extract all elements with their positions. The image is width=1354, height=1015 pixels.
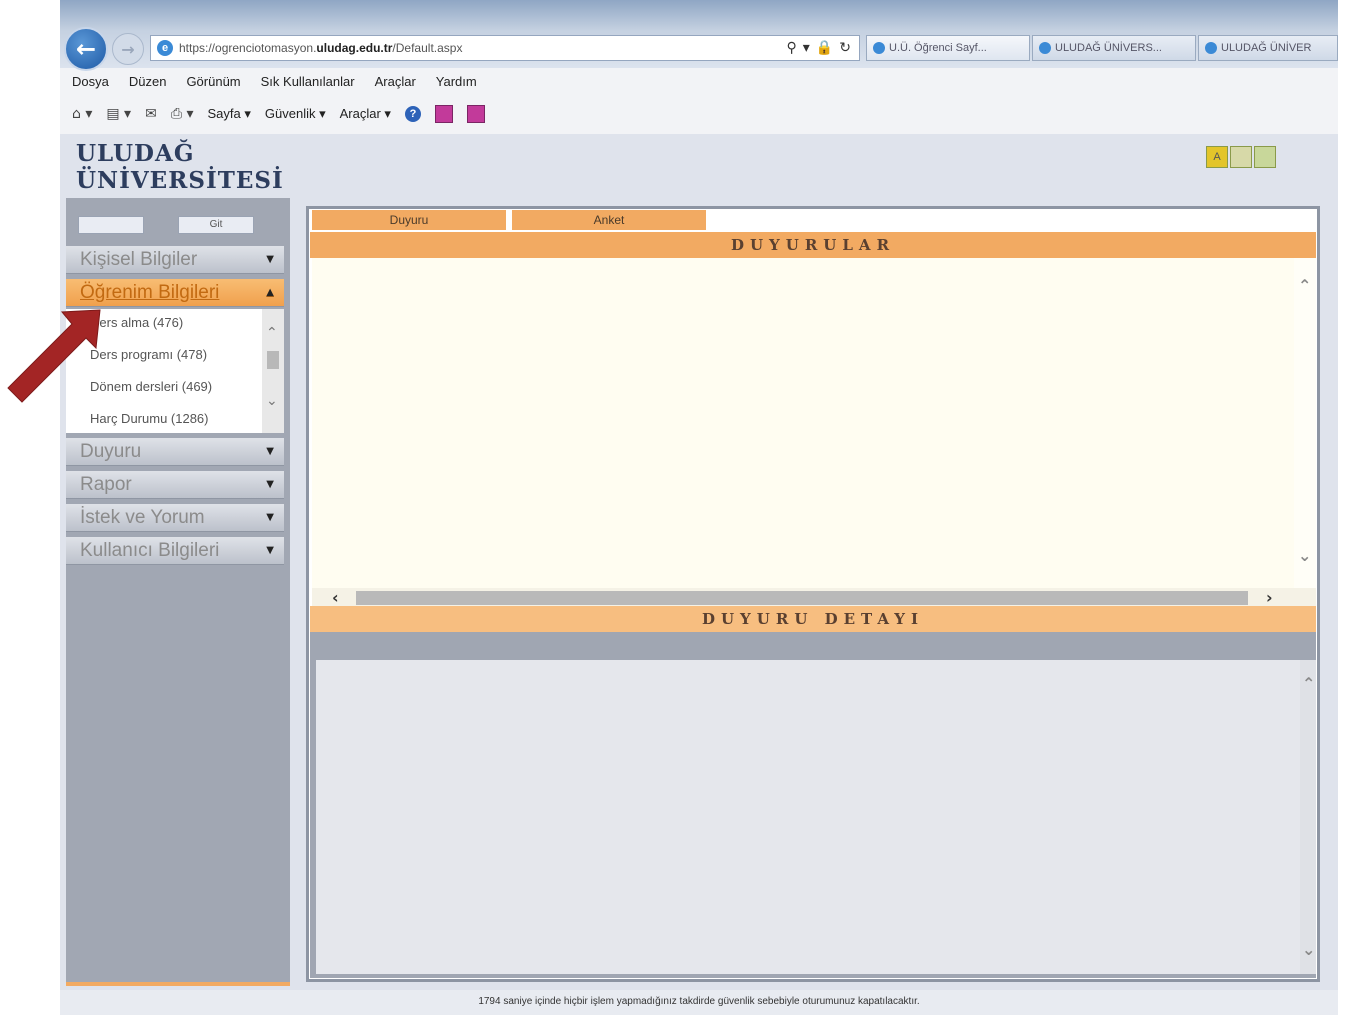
announcement-detail-header: DUYURU DETAYI [310, 606, 1316, 632]
font-size-button[interactable]: A [1206, 146, 1228, 168]
url-text: https://ogrenciotomasyon.uludag.edu.tr/D… [179, 41, 463, 55]
announcements-vertical-scrollbar[interactable]: ⌃ ⌄ [1294, 258, 1316, 588]
tab-label: ULUDAĞ ÜNİVERS... [1055, 42, 1162, 54]
restore-button[interactable] [1230, 146, 1252, 168]
sidebar-section-report[interactable]: Rapor ▼ [66, 471, 284, 499]
scroll-left-icon[interactable]: ‹ [332, 588, 339, 607]
scroll-thumb[interactable] [356, 591, 1248, 605]
menu-item-view[interactable]: Görünüm [186, 74, 240, 92]
ie-page-icon: e [157, 40, 173, 56]
lock-icon[interactable]: 🔒 [816, 40, 833, 56]
section-label: İstek ve Yorum [80, 506, 205, 528]
addon-icon-2[interactable] [466, 105, 485, 123]
logo-line-1: ULUDAĞ [76, 140, 195, 167]
chevron-down-icon: ▼ [266, 479, 274, 490]
submenu-item-tuition[interactable]: Harç Durumu (1286) [90, 411, 209, 426]
search-icon[interactable]: ⚲ [787, 40, 797, 56]
session-warning-text: saniye içinde hiçbir işlem yapmadığınız … [503, 996, 920, 1007]
refresh-icon[interactable]: ↻ [839, 40, 851, 56]
addon-icon[interactable] [434, 105, 453, 123]
menu-item-favorites[interactable]: Sık Kullanılanlar [261, 74, 355, 92]
scroll-down-icon[interactable]: ⌄ [266, 393, 278, 409]
tab-favicon-icon [1205, 42, 1217, 54]
logo-line-2: ÜNİVERSİTESİ [76, 167, 284, 194]
sidebar-search-input[interactable] [78, 216, 144, 234]
dropdown-icon[interactable]: ▾ [803, 40, 810, 56]
chevron-down-icon: ▼ [266, 545, 274, 556]
scroll-up-icon[interactable]: ⌃ [1298, 276, 1311, 295]
red-arrow-icon [7, 309, 101, 403]
scroll-up-icon[interactable]: ⌃ [1302, 674, 1315, 693]
section-label: Duyuru [80, 440, 142, 462]
mail-icon[interactable]: ✉ [145, 106, 157, 122]
session-footer: 1794 saniye içinde hiçbir işlem yapmadığ… [60, 990, 1338, 1015]
tab-announcement[interactable]: Duyuru [312, 210, 506, 230]
go-button[interactable]: Git [178, 216, 254, 234]
sidebar-section-personal[interactable]: Kişisel Bilgiler ▼ [66, 246, 284, 274]
help-icon[interactable]: ? [404, 106, 421, 122]
sidebar-section-requests[interactable]: İstek ve Yorum ▼ [66, 504, 284, 532]
announcements-horizontal-scrollbar[interactable]: ‹ › [312, 588, 1316, 608]
announcements-list[interactable] [312, 258, 1294, 588]
back-arrow-icon[interactable]: ← [64, 27, 108, 71]
tab-label: ULUDAĞ ÜNİVER [1221, 42, 1312, 54]
menu-item-edit[interactable]: Düzen [129, 74, 167, 92]
menu-item-tools[interactable]: Araçlar [375, 74, 416, 92]
menu-bar: Dosya Düzen Görünüm Sık Kullanılanlar Ar… [72, 74, 477, 92]
menu-item-file[interactable]: Dosya [72, 74, 109, 92]
browser-tab-3[interactable]: ULUDAĞ ÜNİVER [1198, 35, 1338, 61]
scroll-up-icon[interactable]: ⌃ [266, 325, 278, 341]
chevron-down-icon: ▼ [266, 446, 274, 457]
home-icon[interactable]: ⌂ ▾ [72, 106, 92, 122]
detail-vertical-scrollbar[interactable]: ⌃ ⌄ [1300, 660, 1316, 974]
announcement-detail-content[interactable] [316, 660, 1300, 974]
tab-label: U.Ü. Öğrenci Sayf... [889, 42, 987, 54]
section-label: Rapor [80, 473, 132, 495]
menu-item-help[interactable]: Yardım [436, 74, 477, 92]
command-bar: ⌂ ▾ ▤ ▾ ✉ ⎙ ▾ Sayfa ▾ Güvenlik ▾ Araçlar… [72, 104, 485, 124]
scroll-down-icon[interactable]: ⌄ [1302, 940, 1315, 959]
scroll-down-icon[interactable]: ⌄ [1298, 546, 1311, 565]
close-button[interactable] [1254, 146, 1276, 168]
security-menu-button[interactable]: Güvenlik ▾ [265, 106, 326, 122]
chevron-up-icon: ▲ [266, 287, 274, 298]
forward-arrow-icon[interactable]: → [112, 33, 144, 65]
print-icon[interactable]: ⎙ ▾ [171, 106, 194, 122]
tab-favicon-icon [1039, 42, 1051, 54]
chevron-down-icon: ▼ [266, 254, 274, 265]
chevron-down-icon: ▼ [266, 512, 274, 523]
feeds-icon[interactable]: ▤ ▾ [106, 106, 131, 122]
university-logo: ULUDAĞ ÜNİVERSİTESİ [76, 140, 284, 194]
announcements-header: DUYURULAR [310, 232, 1316, 258]
scroll-thumb[interactable] [267, 351, 279, 369]
window-buttons: A [1206, 146, 1276, 168]
tab-survey[interactable]: Anket [512, 210, 706, 230]
tools-menu-button[interactable]: Araçlar ▾ [340, 106, 391, 122]
section-label: Kullanıcı Bilgileri [80, 539, 220, 561]
sidebar-section-user-info[interactable]: Kullanıcı Bilgileri ▼ [66, 537, 284, 565]
browser-tab-1[interactable]: U.Ü. Öğrenci Sayf... [866, 35, 1030, 61]
browser-tab-2[interactable]: ULUDAĞ ÜNİVERS... [1032, 35, 1196, 61]
section-label: Kişisel Bilgiler [80, 248, 198, 270]
page-menu-button[interactable]: Sayfa ▾ [208, 106, 251, 122]
session-counter: 1794 [478, 996, 501, 1007]
submenu-scrollbar[interactable]: ⌃ ⌄ [262, 309, 284, 433]
address-bar[interactable]: e https://ogrenciotomasyon.uludag.edu.tr… [150, 35, 860, 61]
scroll-right-icon[interactable]: › [1266, 588, 1273, 607]
tab-favicon-icon [873, 42, 885, 54]
sidebar-section-announcement[interactable]: Duyuru ▼ [66, 438, 284, 466]
